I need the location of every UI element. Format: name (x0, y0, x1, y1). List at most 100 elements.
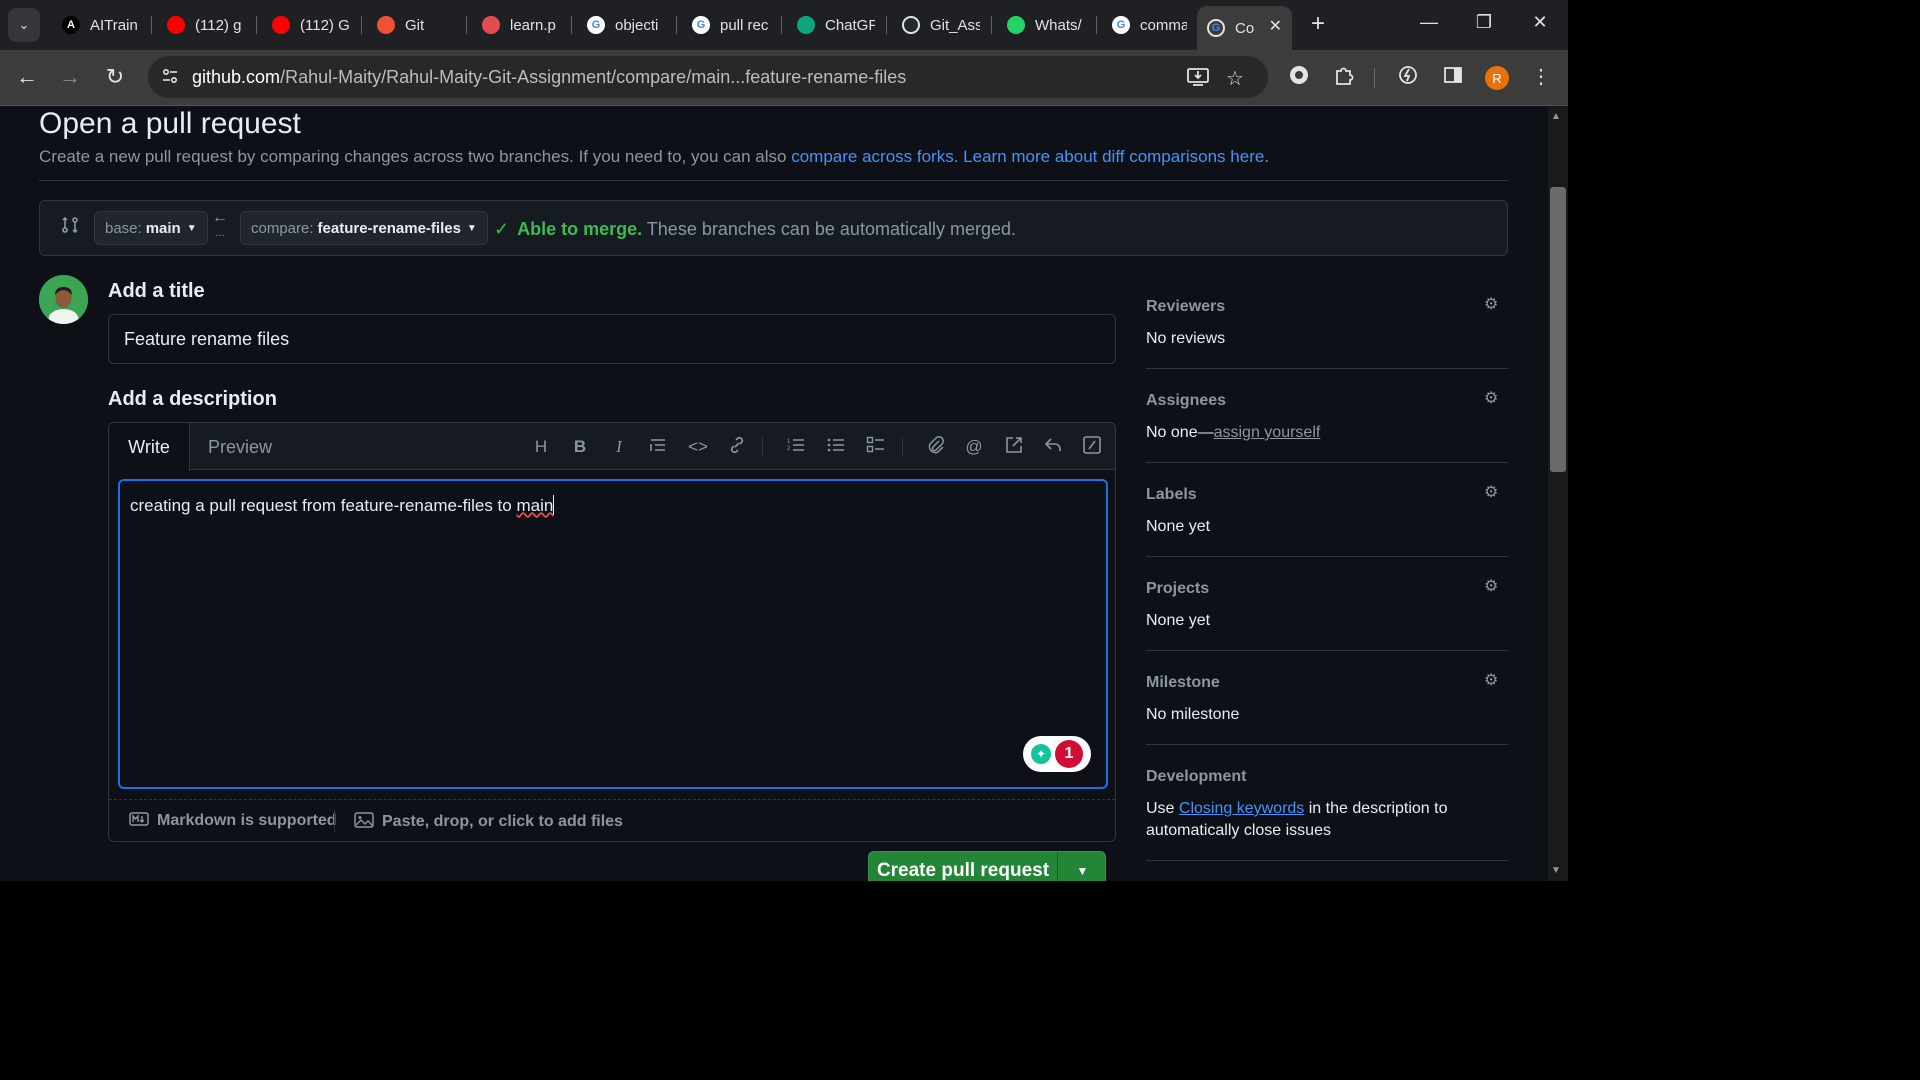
extensions-puzzle-icon[interactable] (1330, 64, 1358, 92)
browser-tab[interactable]: G Co ✕ (1197, 6, 1292, 50)
github-icon (902, 16, 920, 34)
browser-menu-icon[interactable]: ⋮ (1527, 64, 1555, 89)
ordered-list-icon[interactable]: 12 (784, 435, 808, 459)
subtitle-text: Create a new pull request by comparing c… (39, 147, 792, 166)
restore-button[interactable]: ❐ (1469, 12, 1499, 33)
base-branch-select[interactable]: base: main ▼ (94, 211, 208, 245)
editor-toolbar: Write Preview H B I <> 12 @ (109, 423, 1115, 471)
description-textarea[interactable]: creating a pull request from feature-ren… (118, 479, 1108, 789)
projects-value: None yet (1146, 612, 1211, 629)
closing-keywords-link[interactable]: Closing keywords (1179, 800, 1304, 817)
tab-title: Git (405, 16, 425, 34)
close-tab-icon[interactable]: ✕ (1269, 16, 1282, 36)
scrollbar-thumb[interactable] (1550, 187, 1566, 472)
scroll-down-icon[interactable]: ▼ (1551, 865, 1561, 876)
tab-search-button[interactable]: ⌄ (8, 8, 40, 42)
profile-avatar[interactable]: R (1485, 66, 1509, 90)
add-description-label: Add a description (108, 388, 277, 410)
browser-tab[interactable]: Gpull rec (682, 6, 777, 44)
mention-icon[interactable]: @ (962, 435, 986, 459)
code-icon[interactable]: <> (686, 435, 710, 459)
browser-tab[interactable]: (112) G (262, 6, 357, 44)
browser-tab[interactable]: Gobjecti (577, 6, 672, 44)
performance-icon[interactable] (1394, 64, 1422, 92)
bookmark-star-icon[interactable]: ☆ (1226, 66, 1244, 91)
bold-icon[interactable]: B (568, 435, 592, 459)
markdown-note[interactable]: Markdown is supported (129, 812, 337, 830)
labels-title: Labels (1146, 486, 1197, 503)
reply-icon[interactable] (1041, 435, 1065, 459)
new-tab-button[interactable]: + (1305, 12, 1331, 36)
subtitle-end: . (1264, 147, 1270, 166)
tab-title: AITrain (90, 16, 138, 34)
quote-icon[interactable] (646, 435, 670, 459)
pr-title-input[interactable] (108, 314, 1116, 364)
scroll-up-icon[interactable]: ▲ (1551, 111, 1561, 122)
assignees-gear-icon[interactable]: ⚙ (1484, 388, 1508, 412)
minimize-button[interactable]: — (1414, 12, 1444, 33)
close-window-button[interactable]: ✕ (1525, 12, 1555, 33)
attach-files-button[interactable]: Paste, drop, or click to add files (354, 812, 623, 831)
browser-tab[interactable]: (112) g (157, 6, 252, 44)
browser-tab[interactable]: Whats/ (997, 6, 1092, 44)
milestone-gear-icon[interactable]: ⚙ (1484, 670, 1508, 694)
italic-icon[interactable]: I (607, 435, 631, 459)
tab-separator (571, 16, 572, 34)
back-icon[interactable]: ← (13, 64, 41, 90)
development-title: Development (1146, 768, 1247, 785)
assign-yourself-link[interactable]: assign yourself (1214, 424, 1321, 441)
heading-icon[interactable]: H (529, 435, 553, 459)
compare-value: feature-rename-files (317, 219, 461, 237)
browser-viewport: ⌄ A AITrain (112) g (112) G Git learn.p Gobjec… (0, 0, 1568, 881)
tab-title: Git_Ass (930, 16, 980, 34)
compare-forks-link[interactable]: compare across forks (791, 147, 954, 166)
merge-status-label: Able to merge. (517, 219, 643, 239)
reviewers-gear-icon[interactable]: ⚙ (1484, 294, 1508, 318)
site-info-icon[interactable] (158, 66, 182, 88)
task-list-icon[interactable] (864, 435, 888, 459)
forward-icon[interactable]: → (56, 64, 84, 90)
assignees-title: Assignees (1146, 392, 1227, 409)
browser-tab[interactable]: A AITrain (52, 6, 147, 44)
merge-status-detail: These branches can be automatically merg… (642, 219, 1017, 239)
branch-range-bar: base: main ▼ ←... compare: feature-rename-f… (39, 200, 1508, 256)
compare-branch-select[interactable]: compare: feature-rename-files ▼ (240, 211, 488, 245)
browser-tab[interactable]: ChatGP (787, 6, 882, 44)
tab-write[interactable]: Write (109, 423, 190, 471)
url-path: /Rahul-Maity/Rahul-Maity-Git-Assignment/… (280, 67, 907, 87)
url-text[interactable]: github.com/Rahul-Maity/Rahul-Maity-Git-A… (192, 67, 906, 88)
page-scrollbar[interactable]: ▲ ▼ (1548, 107, 1568, 881)
create-options-caret-icon[interactable]: ▼ (1057, 852, 1107, 881)
tab-preview[interactable]: Preview (190, 423, 290, 471)
grammarly-widget[interactable]: ✦ 1 (1023, 736, 1091, 772)
cross-reference-icon[interactable] (1002, 435, 1026, 459)
browser-tab[interactable]: Git (367, 6, 462, 44)
labels-gear-icon[interactable]: ⚙ (1484, 482, 1508, 506)
milestone-title: Milestone (1146, 674, 1220, 691)
projects-gear-icon[interactable]: ⚙ (1484, 576, 1508, 600)
address-bar[interactable]: github.com/Rahul-Maity/Rahul-Maity-Git-A… (148, 56, 1268, 98)
projects-title: Projects (1146, 580, 1210, 597)
browser-tab[interactable]: Git_Ass (892, 6, 987, 44)
create-pull-request-button[interactable]: Create pull request ▼ (868, 851, 1106, 881)
reload-icon[interactable]: ↻ (101, 64, 129, 90)
attach-icon[interactable] (923, 435, 947, 459)
extension-icon[interactable] (1285, 64, 1313, 92)
tab-separator (466, 16, 467, 34)
tab-title: learn.p (510, 16, 556, 34)
sidebar-development: Development Use Closing keywords in the … (1146, 768, 1508, 861)
learn-more-link[interactable]: Learn more about diff comparisons here (963, 147, 1264, 166)
create-pull-request-label[interactable]: Create pull request (869, 852, 1057, 881)
link-icon[interactable] (725, 435, 749, 459)
browser-tab[interactable]: Gcomma (1102, 6, 1187, 44)
tab-title: objecti (615, 16, 659, 34)
tab-title: Co (1235, 19, 1255, 37)
side-panel-icon[interactable] (1439, 64, 1467, 92)
unordered-list-icon[interactable] (824, 435, 848, 459)
tab-title: ChatGP (825, 16, 875, 34)
text-caret (553, 495, 555, 515)
slash-commands-icon[interactable] (1080, 435, 1104, 459)
browser-tab[interactable]: learn.p (472, 6, 567, 44)
sidebar-labels: Labels ⚙ None yet (1146, 484, 1508, 557)
install-app-icon[interactable] (1186, 66, 1210, 94)
